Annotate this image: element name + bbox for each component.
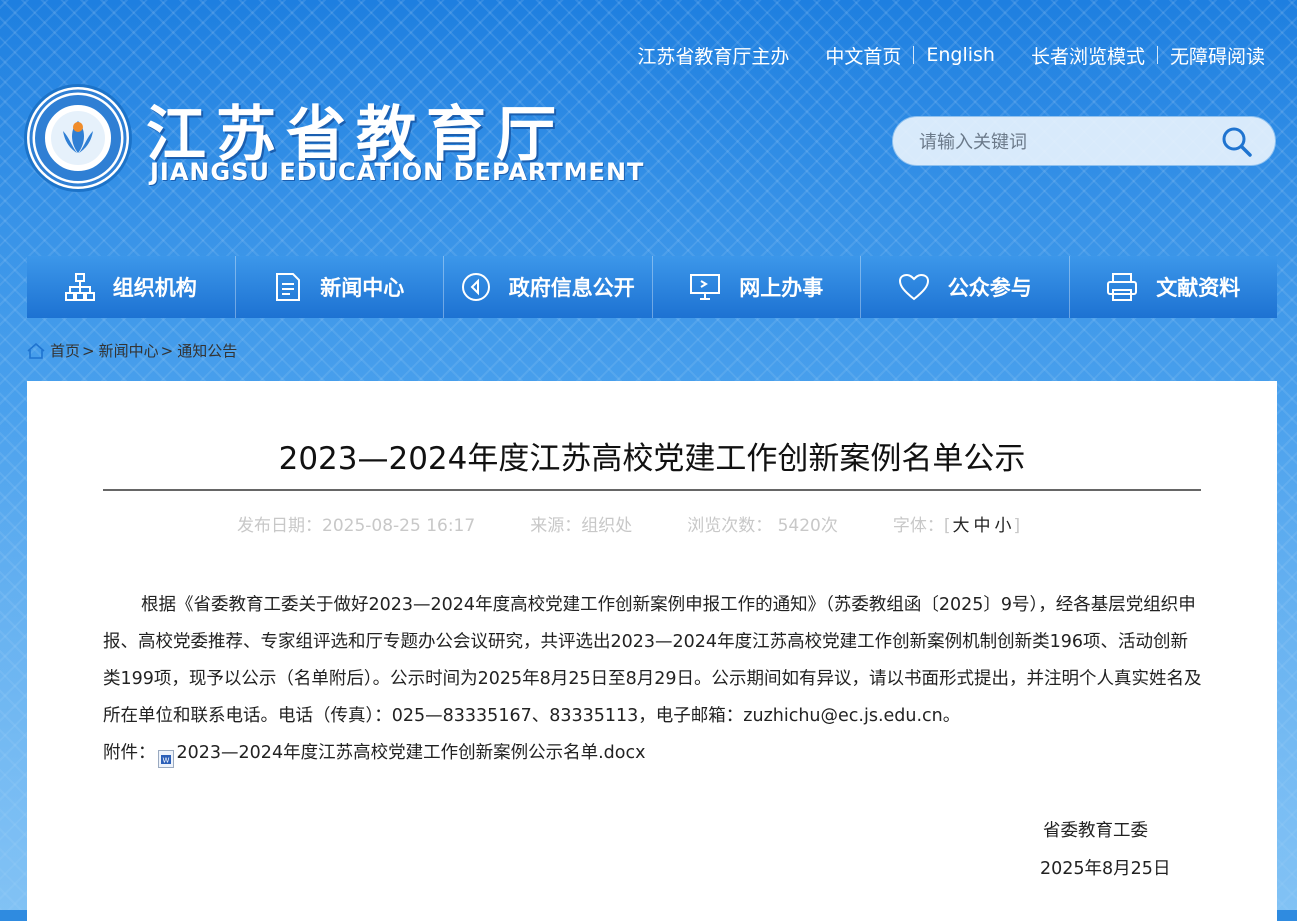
breadcrumb-news[interactable]: 新闻中心	[99, 340, 159, 361]
chinese-home-link[interactable]: 中文首页	[825, 42, 901, 69]
svg-text:W: W	[162, 756, 169, 764]
nav-documents[interactable]: 文献资料	[1070, 256, 1278, 318]
word-file-icon: W	[157, 745, 174, 768]
breadcrumb: 首页 > 新闻中心 > 通知公告	[27, 340, 237, 361]
search-icon[interactable]	[1221, 126, 1253, 158]
font-size-label: 字体：[	[892, 516, 951, 536]
font-size-close: ]	[1013, 516, 1021, 536]
nav-news[interactable]: 新闻中心	[236, 256, 444, 318]
play-circle-icon	[461, 273, 490, 301]
nav-label: 组织机构	[112, 276, 197, 300]
nav-label: 新闻中心	[320, 276, 405, 300]
title-divider	[103, 489, 1201, 491]
font-small-button[interactable]: 小	[995, 516, 1012, 536]
breadcrumb-notices[interactable]: 通知公告	[177, 340, 237, 361]
org-chart-icon	[64, 273, 95, 301]
nav-label: 公众参与	[947, 276, 1032, 300]
home-icon[interactable]	[27, 342, 45, 359]
nav-public[interactable]: 公众参与	[861, 256, 1070, 318]
font-medium-button[interactable]: 中	[974, 516, 991, 536]
attachment-label: 附件：	[103, 743, 156, 763]
attachment-row: 附件： W 2023—2024年度江苏高校党建工作创新案例公示名单.docx	[103, 735, 1203, 772]
breadcrumb-home[interactable]: 首页	[50, 340, 80, 361]
accessibility-link[interactable]: 无障碍阅读	[1170, 42, 1265, 69]
font-size-selector: 字体：[大中小]	[893, 511, 1020, 536]
view-count: 浏览次数： 5420次	[687, 516, 838, 536]
font-large-button[interactable]: 大	[953, 516, 970, 536]
divider	[913, 46, 915, 64]
english-link[interactable]: English	[926, 44, 995, 66]
source: 来源：组织处	[530, 516, 633, 536]
sign-date: 2025年8月25日	[1040, 859, 1171, 879]
nav-label: 文献资料	[1156, 276, 1241, 300]
article-meta: 发布日期：2025-08-25 16:17 来源：组织处 浏览次数： 5420次…	[237, 511, 1020, 536]
nav-label: 网上办事	[739, 276, 824, 300]
nav-org[interactable]: 组织机构	[27, 256, 236, 318]
document-icon	[276, 273, 301, 301]
article-title: 2023—2024年度江苏高校党建工作创新案例名单公示	[278, 441, 1026, 477]
signature: 省委教育工委	[1043, 821, 1148, 841]
search-box	[892, 116, 1276, 166]
top-links: 江苏省教育厅主办 中文首页 English 长者浏览模式 无障碍阅读	[637, 42, 1265, 68]
site-subtitle: JIANGSU EDUCATION DEPARTMENT	[150, 158, 645, 186]
host-link[interactable]: 江苏省教育厅主办	[637, 42, 789, 69]
article-paragraph: 根据《省委教育工委关于做好2023—2024年度高校党建工作创新案例申报工作的通…	[103, 595, 1202, 726]
logo-emblem-icon[interactable]	[27, 87, 129, 189]
main-nav: 组织机构 新闻中心 政府信息公开 网上办事 公众参与 文献资料	[27, 256, 1277, 318]
article-panel: 2023—2024年度江苏高校党建工作创新案例名单公示 发布日期：2025-08…	[27, 381, 1277, 921]
heart-icon	[898, 273, 929, 301]
monitor-icon	[690, 274, 721, 300]
elder-mode-link[interactable]: 长者浏览模式	[1031, 42, 1145, 69]
attachment-link[interactable]: 2023—2024年度江苏高校党建工作创新案例公示名单.docx	[177, 735, 646, 772]
divider	[1156, 46, 1158, 64]
nav-label: 政府信息公开	[508, 276, 635, 300]
article-body: 根据《省委教育工委关于做好2023—2024年度高校党建工作创新案例申报工作的通…	[103, 587, 1203, 772]
search-input[interactable]	[917, 128, 1201, 156]
publish-date: 发布日期：2025-08-25 16:17	[237, 516, 476, 536]
printer-icon	[1107, 273, 1138, 301]
nav-gov-info[interactable]: 政府信息公开	[444, 256, 653, 318]
nav-online-service[interactable]: 网上办事	[653, 256, 861, 318]
